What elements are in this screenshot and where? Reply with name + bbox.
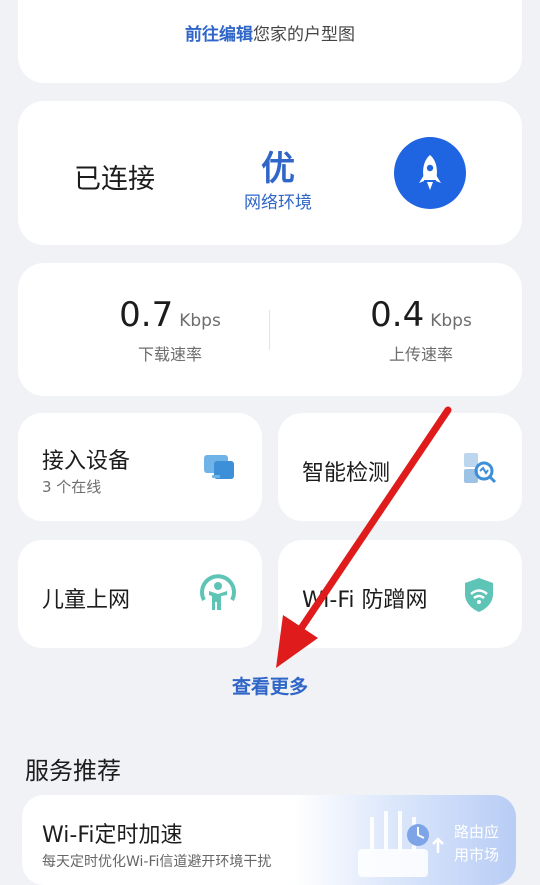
tile-kids-title: 儿童上网 [42, 588, 131, 613]
tile-devices-title: 接入设备 [42, 449, 131, 474]
tile-devices-subtitle: 3 个在线 [42, 478, 102, 496]
tile-smart-detect[interactable]: 智能检测 [278, 413, 522, 521]
tile-connected-devices[interactable]: 接入设备 3 个在线 [18, 413, 262, 521]
app-market-label[interactable]: 路由应 用市场 [454, 821, 510, 867]
tile-child-internet[interactable]: 儿童上网 [18, 540, 262, 648]
router-illustration-icon [358, 811, 444, 877]
service-card-wifi-boost[interactable]: Wi-Fi定时加速 每天定时优化Wi-Fi信道避开环境干扰 路由应 用市场 [22, 795, 516, 885]
floorplan-card: 前往编辑您家的户型图 [18, 0, 522, 83]
floorplan-text: 前往编辑您家的户型图 [18, 20, 522, 45]
smart-detect-icon [464, 453, 497, 484]
upload-speed: 0.4 Kbps 上传速率 [321, 295, 521, 365]
app-market-label-line1: 路由应 [454, 823, 500, 841]
tile-wifi-title: Wi-Fi 防蹭网 [302, 588, 428, 613]
edit-floorplan-link[interactable]: 前往编辑 [185, 25, 253, 45]
tile-detect-title: 智能检测 [302, 461, 391, 486]
devices-icon [204, 455, 234, 479]
network-quality-grade: 优 [261, 149, 295, 189]
rocket-icon [419, 155, 441, 190]
services-heading: 服务推荐 [25, 757, 121, 785]
connection-card: 已连接 优 网络环境 [18, 101, 522, 245]
speed-card: 0.7 Kbps 下载速率 0.4 Kbps 上传速率 [18, 263, 522, 396]
service-title: Wi-Fi定时加速 [42, 823, 183, 848]
download-speed-label: 下载速率 [137, 345, 202, 364]
app-market-label-line2: 用市场 [454, 846, 500, 864]
upload-speed-label: 上传速率 [388, 345, 453, 364]
network-quality-label: 网络环境 [244, 193, 312, 213]
speed-divider [269, 310, 270, 350]
floorplan-desc: 您家的户型图 [253, 25, 355, 45]
upload-speed-value: 0.4 [370, 295, 425, 335]
view-more-link[interactable]: 查看更多 [0, 672, 540, 699]
wifi-shield-icon [465, 578, 493, 612]
download-speed: 0.7 Kbps 下载速率 [70, 295, 270, 365]
tile-wifi-anti-leech[interactable]: Wi-Fi 防蹭网 [278, 540, 522, 648]
service-description: 每天定时优化Wi-Fi信道避开环境干扰 [42, 854, 272, 870]
upload-speed-unit: Kbps [430, 311, 472, 331]
child-icon [200, 574, 236, 610]
download-speed-value: 0.7 [119, 295, 174, 335]
connection-status: 已连接 [74, 164, 155, 195]
accelerate-button[interactable] [394, 137, 466, 209]
download-speed-unit: Kbps [179, 311, 221, 331]
